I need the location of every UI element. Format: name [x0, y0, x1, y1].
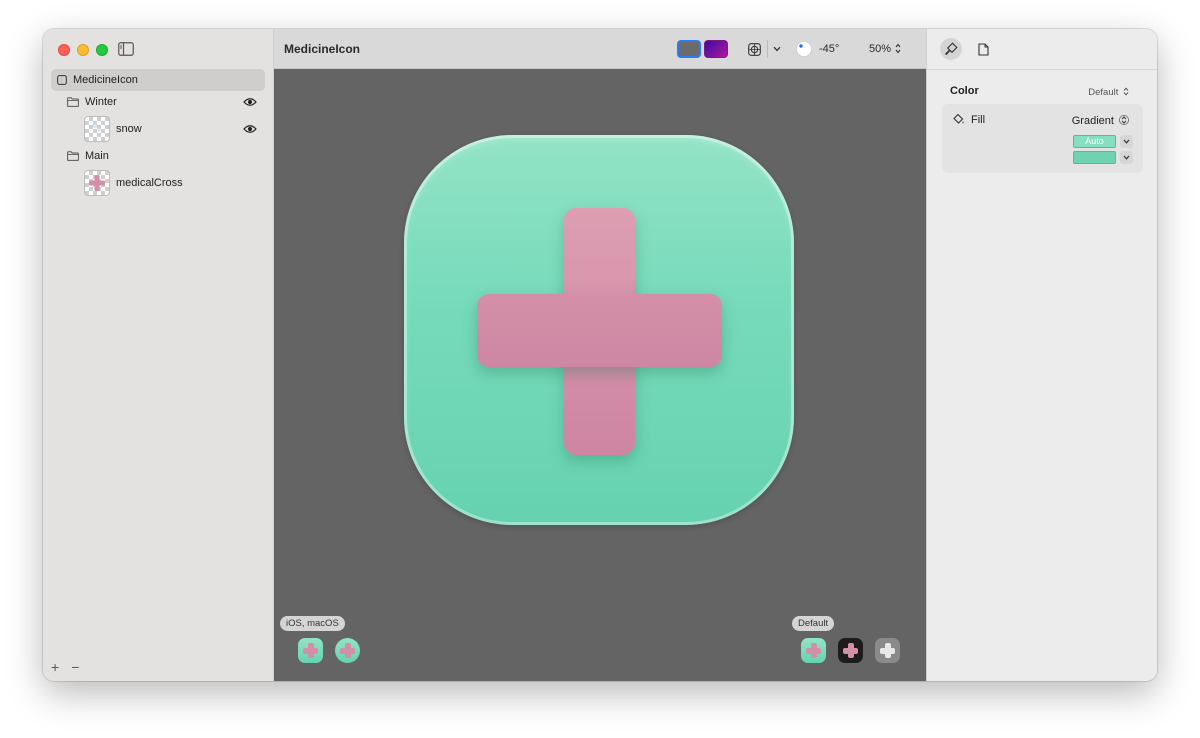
tree-item-label: MedicineIcon	[73, 74, 138, 86]
stepper-icon[interactable]	[895, 43, 901, 54]
layer-tree: MedicineIcon Winter snow Main medicalCro…	[51, 69, 265, 199]
gradient-stop-auto[interactable]: Auto	[1073, 135, 1116, 148]
tree-item-label: Winter	[85, 96, 117, 108]
app-icon-preview[interactable]	[404, 135, 794, 525]
gradient-stop-menu[interactable]	[1120, 135, 1133, 148]
platform-label: iOS, macOS	[280, 616, 345, 631]
preview-ios-tile[interactable]	[298, 638, 323, 663]
color-appearance-value: Default	[1088, 87, 1119, 98]
preview-macos-circle[interactable]	[335, 638, 360, 663]
minimize-window-button[interactable]	[77, 44, 89, 56]
document-icon	[977, 42, 989, 56]
chevron-down-icon	[1123, 155, 1130, 160]
tab-document[interactable]	[972, 38, 994, 60]
medical-cross-horizontal	[477, 294, 722, 367]
tree-item-medicalcross[interactable]: medicalCross	[51, 167, 265, 199]
grid-overlay-icon[interactable]	[748, 43, 761, 56]
app-window: MedicineIcon Winter snow Main medicalCro…	[43, 29, 1157, 681]
paint-bucket-icon	[953, 113, 964, 124]
tree-item-label: snow	[116, 123, 142, 135]
square-icon	[57, 75, 67, 85]
inspector-panel: Color Default Fill Gradient Auto	[926, 29, 1157, 681]
inspector-divider	[927, 69, 1157, 70]
gradient-stop-color[interactable]	[1073, 151, 1116, 164]
eye-icon[interactable]	[243, 97, 257, 107]
add-layer-button[interactable]: +	[51, 659, 59, 675]
tree-item-winter[interactable]: Winter	[51, 91, 265, 113]
fill-type-value: Gradient	[1071, 115, 1114, 127]
eye-icon[interactable]	[243, 124, 257, 134]
canvas-area: MedicineIcon -45° 50% iOS, macOS Default	[274, 29, 926, 681]
preview-mono-appearance[interactable]	[875, 638, 900, 663]
tree-item-medicineicon[interactable]: MedicineIcon	[51, 69, 265, 91]
document-title: MedicineIcon	[284, 42, 361, 56]
remove-layer-button[interactable]: −	[71, 659, 79, 675]
background-swatch-gray[interactable]	[677, 40, 701, 58]
inspector-tabs	[940, 38, 994, 60]
folder-icon	[67, 151, 79, 161]
tree-item-main[interactable]: Main	[51, 145, 265, 167]
toolbar: MedicineIcon -45° 50%	[274, 29, 926, 69]
window-controls	[58, 44, 108, 56]
fill-label: Fill	[971, 114, 986, 126]
layer-thumbnail	[84, 170, 110, 196]
color-appearance-popup[interactable]: Default	[1088, 87, 1129, 98]
tree-item-snow[interactable]: snow	[51, 113, 265, 145]
tab-appearance[interactable]	[940, 38, 962, 60]
layers-sidebar: MedicineIcon Winter snow Main medicalCro…	[43, 29, 274, 681]
zoom-window-button[interactable]	[96, 44, 108, 56]
close-window-button[interactable]	[58, 44, 70, 56]
sidebar-bottom-bar: + −	[51, 659, 79, 675]
stepper-icon	[1123, 87, 1129, 96]
layer-thumbnail	[84, 116, 110, 142]
stepper-icon	[1119, 115, 1129, 125]
tree-item-label: medicalCross	[116, 177, 183, 189]
folder-icon	[67, 97, 79, 107]
toolbar-divider	[767, 40, 768, 58]
paint-brush-icon	[945, 42, 958, 55]
zoom-level[interactable]: 50%	[869, 43, 891, 55]
preview-dark-appearance[interactable]	[838, 638, 863, 663]
background-swatch-image[interactable]	[704, 40, 728, 58]
chevron-down-icon[interactable]	[773, 46, 781, 52]
sidebar-toggle-icon[interactable]	[118, 42, 134, 56]
tree-item-label: Main	[85, 150, 109, 162]
light-angle-icon[interactable]	[796, 41, 812, 57]
fill-type-popup[interactable]: Gradient	[1072, 114, 1129, 127]
chevron-down-icon	[1123, 139, 1130, 144]
gradient-stop-menu[interactable]	[1120, 151, 1133, 164]
preview-default-appearance[interactable]	[801, 638, 826, 663]
light-angle-value[interactable]: -45°	[819, 43, 839, 55]
appearance-label: Default	[792, 616, 835, 631]
color-section-title: Color	[950, 85, 979, 97]
